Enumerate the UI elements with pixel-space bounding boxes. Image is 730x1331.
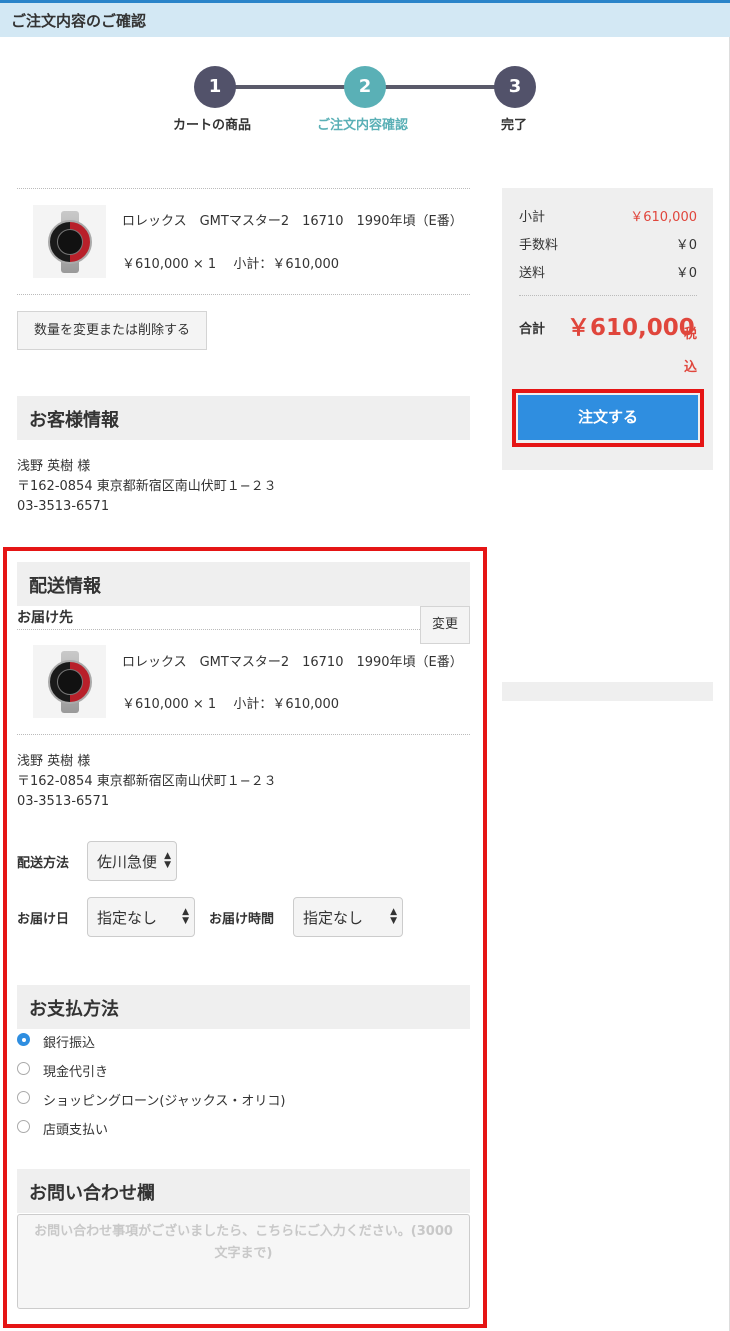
delivery-time-value: 指定なし [303, 909, 364, 927]
fee-label: 手数料 [519, 238, 559, 253]
total-label: 合計 [519, 322, 546, 337]
step-2-circle: 2 [344, 66, 386, 108]
step-2-label: ご注文内容確認 [317, 118, 409, 133]
customer-phone: 03-3513-6571 [17, 499, 110, 514]
customer-info-header: お客様情報 [17, 396, 470, 440]
payment-option-label: 銀行振込 [43, 1036, 96, 1051]
shipping-recipient-name: 浅野 英樹 様 [17, 754, 91, 769]
step-1-label: カートの商品 [173, 118, 252, 133]
shipping-info-header: 配送情報 [17, 562, 470, 606]
delivery-time-select[interactable]: 指定なし ▲ ▼ [293, 897, 403, 937]
delivery-time-label: お届け時間 [209, 912, 275, 927]
product-price-line: ￥610,000 × 1 小計：￥610,000 [122, 257, 340, 272]
radio-icon[interactable] [17, 1091, 30, 1104]
sidebar-strip [502, 682, 713, 701]
product-name[interactable]: ロレックス GMTマスター2 16710 1990年頃（E番） [122, 212, 463, 231]
inquiry-textarea[interactable]: お問い合わせ事項がございましたら、こちらにご入力ください。(3000文字まで) [17, 1214, 470, 1309]
tax-included-label: 税込 [684, 327, 698, 375]
title-bar: ご注文内容のご確認 [0, 3, 730, 37]
place-order-button[interactable]: 注文する [518, 395, 698, 440]
payment-option-label: ショッピングローン(ジャックス・オリコ) [43, 1094, 286, 1109]
page-title: ご注文内容のご確認 [11, 12, 147, 30]
step-3-circle: 3 [494, 66, 536, 108]
select-arrows-icon: ▲ ▼ [164, 851, 171, 870]
shipping-info-heading: 配送情報 [29, 576, 101, 597]
inquiry-heading: お問い合わせ欄 [29, 1183, 155, 1204]
inquiry-placeholder: お問い合わせ事項がございましたら、こちらにご入力ください。(3000文字まで) [34, 1224, 453, 1261]
watch-image [44, 650, 96, 713]
payment-option-label: 現金代引き [43, 1065, 109, 1080]
watch-image [44, 210, 96, 273]
change-quantity-button[interactable]: 数量を変更または削除する [17, 311, 207, 350]
delivery-method-label: 配送方法 [17, 856, 70, 871]
payment-option-label: 店頭支払い [43, 1123, 109, 1138]
shipping-fee-value: ￥0 [675, 266, 697, 281]
total-value: ￥610,000 [567, 315, 695, 341]
step-3-label: 完了 [501, 118, 528, 133]
customer-name: 浅野 英樹 様 [17, 459, 91, 474]
select-arrows-icon: ▲ ▼ [390, 907, 397, 926]
summary-divider [519, 295, 697, 296]
product-thumbnail[interactable] [33, 205, 106, 278]
step-1-circle: 1 [194, 66, 236, 108]
shipping-phone: 03-3513-6571 [17, 794, 110, 809]
shipping-fee-label: 送料 [519, 266, 546, 281]
delivery-method-value: 佐川急便 [97, 853, 158, 871]
divider [17, 734, 470, 735]
radio-icon[interactable] [17, 1120, 30, 1133]
change-destination-button[interactable]: 変更 [420, 606, 470, 644]
step-connector-1 [230, 85, 360, 89]
select-arrows-icon: ▲ ▼ [182, 907, 189, 926]
divider [17, 294, 470, 295]
shipping-product-name[interactable]: ロレックス GMTマスター2 16710 1990年頃（E番） [122, 653, 463, 672]
payment-method-header: お支払方法 [17, 985, 470, 1029]
subtotal-label: 小計 [519, 210, 546, 225]
step-connector-2 [372, 85, 502, 89]
inquiry-header: お問い合わせ欄 [17, 1169, 470, 1213]
shipping-product-thumbnail[interactable] [33, 645, 106, 718]
delivery-date-select[interactable]: 指定なし ▲ ▼ [87, 897, 195, 937]
fee-value: ￥0 [675, 238, 697, 253]
customer-info-heading: お客様情報 [29, 410, 119, 431]
delivery-date-label: お届け日 [17, 912, 70, 927]
radio-icon[interactable] [17, 1062, 30, 1075]
divider [17, 629, 420, 630]
shipping-address-block: 浅野 英樹 様 〒162-0854 東京都新宿区南山伏町１−２３ 03-3513… [17, 752, 277, 812]
customer-address: 〒162-0854 東京都新宿区南山伏町１−２３ [17, 479, 277, 494]
destination-label: お届け先 [17, 610, 73, 626]
shipping-address: 〒162-0854 東京都新宿区南山伏町１−２３ [17, 774, 277, 789]
delivery-date-value: 指定なし [97, 909, 158, 927]
divider [17, 188, 470, 189]
payment-method-heading: お支払方法 [29, 999, 119, 1020]
radio-checked-icon[interactable] [17, 1033, 30, 1046]
delivery-method-select[interactable]: 佐川急便 ▲ ▼ [87, 841, 177, 881]
subtotal-value: ￥610,000 [630, 210, 697, 225]
shipping-product-price-line: ￥610,000 × 1 小計：￥610,000 [122, 697, 340, 712]
customer-address-block: 浅野 英樹 様 〒162-0854 東京都新宿区南山伏町１−２３ 03-3513… [17, 457, 277, 517]
